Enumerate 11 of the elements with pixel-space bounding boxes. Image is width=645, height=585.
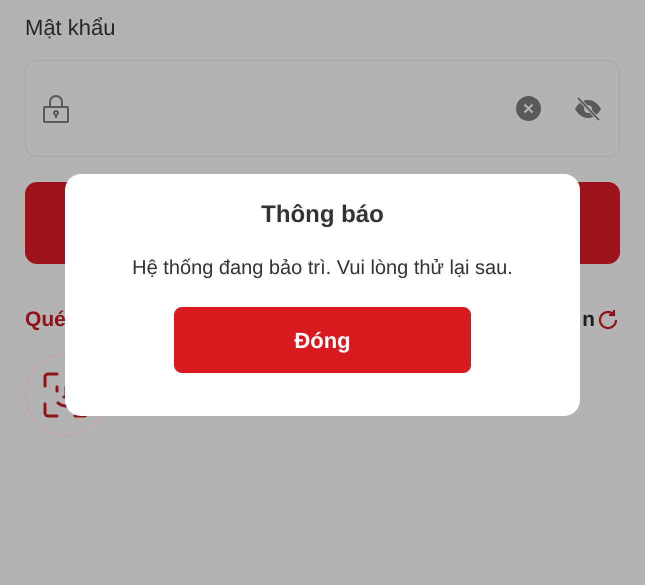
lock-icon: [43, 94, 69, 122]
password-field[interactable]: [25, 60, 620, 157]
dialog-message: Hệ thống đang bảo trì. Vui lòng thử lại sau.: [132, 256, 513, 281]
refresh-icon[interactable]: [596, 308, 620, 332]
field-label: Mật khẩu: [25, 14, 116, 42]
eye-off-icon[interactable]: [574, 96, 602, 120]
clear-icon[interactable]: [516, 96, 541, 121]
quick-login-label: Qué: [25, 307, 66, 334]
switch-account-link[interactable]: n: [582, 304, 595, 336]
dialog-title: Thông báo: [261, 200, 384, 230]
close-button[interactable]: Đóng: [174, 307, 471, 373]
